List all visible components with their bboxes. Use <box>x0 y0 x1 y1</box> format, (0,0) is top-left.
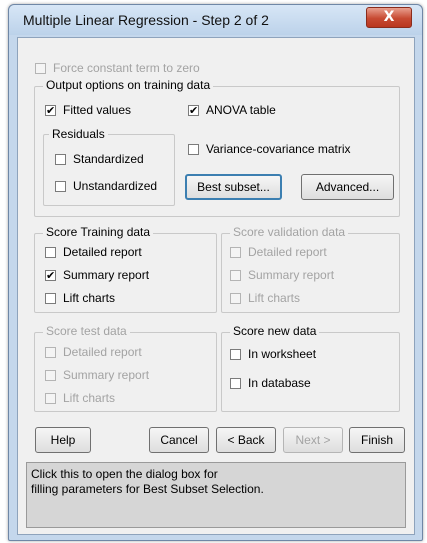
fitted-values-label: Fitted values <box>63 103 132 117</box>
best-subset-button[interactable]: Best subset... <box>185 174 282 200</box>
score-new-legend: Score new data <box>230 324 320 338</box>
score-validation-legend: Score validation data <box>230 225 349 239</box>
training-summary-report-label: Summary report <box>63 268 150 282</box>
output-options-legend: Output options on training data <box>43 78 214 92</box>
test-summary-report-checkbox[interactable] <box>45 370 56 381</box>
title-bar[interactable]: Multiple Linear Regression - Step 2 of 2… <box>9 5 422 35</box>
in-database-checkbox[interactable] <box>230 378 241 389</box>
validation-lift-charts-label: Lift charts <box>248 291 301 305</box>
in-worksheet-checkbox[interactable] <box>230 349 241 360</box>
test-detailed-report-checkbox[interactable] <box>45 347 56 358</box>
unstandardized-checkbox[interactable] <box>55 181 66 192</box>
window-title: Multiple Linear Regression - Step 2 of 2 <box>23 12 269 28</box>
test-detailed-report-label: Detailed report <box>63 345 142 359</box>
unstandardized-label: Unstandardized <box>73 179 158 193</box>
description-line-2: filling parameters for Best Subset Selec… <box>31 482 264 496</box>
validation-lift-charts-checkbox[interactable] <box>230 293 241 304</box>
description-panel: Click this to open the dialog box for fi… <box>26 462 406 528</box>
standardized-checkbox[interactable] <box>55 154 66 165</box>
variance-covariance-checkbox[interactable] <box>188 144 199 155</box>
score-new-group <box>221 332 400 412</box>
advanced-button[interactable]: Advanced... <box>301 174 394 200</box>
standardized-label: Standardized <box>73 152 144 166</box>
close-button[interactable]: X <box>366 7 412 28</box>
score-test-legend: Score test data <box>43 324 130 338</box>
force-constant-checkbox[interactable] <box>35 63 46 74</box>
training-summary-report-checkbox[interactable]: ✔ <box>45 270 56 281</box>
in-database-label: In database <box>248 376 311 390</box>
next-button[interactable]: Next > <box>283 427 343 453</box>
training-lift-charts-label: Lift charts <box>63 291 116 305</box>
force-constant-label: Force constant term to zero <box>53 61 200 75</box>
close-icon[interactable]: X <box>384 9 395 25</box>
score-training-legend: Score Training data <box>43 225 154 239</box>
variance-covariance-label: Variance-covariance matrix <box>206 142 351 156</box>
fitted-values-checkbox[interactable]: ✔ <box>45 105 56 116</box>
validation-summary-report-checkbox[interactable] <box>230 270 241 281</box>
back-button[interactable]: < Back <box>216 427 276 453</box>
training-detailed-report-label: Detailed report <box>63 245 142 259</box>
description-line-1: Click this to open the dialog box for <box>31 467 218 481</box>
test-lift-charts-checkbox[interactable] <box>45 393 56 404</box>
in-worksheet-label: In worksheet <box>248 347 317 361</box>
validation-detailed-report-checkbox[interactable] <box>230 247 241 258</box>
dialog-window: Multiple Linear Regression - Step 2 of 2… <box>8 4 423 541</box>
test-summary-report-label: Summary report <box>63 368 150 382</box>
finish-button[interactable]: Finish <box>349 427 405 453</box>
test-lift-charts-label: Lift charts <box>63 391 116 405</box>
validation-summary-report-label: Summary report <box>248 268 335 282</box>
validation-detailed-report-label: Detailed report <box>248 245 327 259</box>
training-detailed-report-checkbox[interactable] <box>45 247 56 258</box>
anova-table-label: ANOVA table <box>206 103 276 117</box>
help-button[interactable]: Help <box>35 427 91 453</box>
dialog-body: Force constant term to zero Output optio… <box>17 37 415 535</box>
training-lift-charts-checkbox[interactable] <box>45 293 56 304</box>
cancel-button[interactable]: Cancel <box>149 427 209 453</box>
residuals-legend: Residuals <box>49 127 108 141</box>
anova-table-checkbox[interactable]: ✔ <box>188 105 199 116</box>
residuals-group <box>43 134 175 206</box>
